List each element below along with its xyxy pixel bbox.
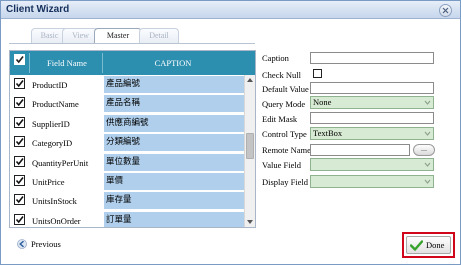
- remote-name-input[interactable]: [310, 144, 410, 156]
- remote-name-browse-button[interactable]: ...: [413, 144, 435, 156]
- field-name-cell: UnitsOnOrder: [32, 215, 81, 226]
- chevron-down-icon: [424, 162, 431, 167]
- close-icon: [442, 7, 449, 14]
- grid-header: Field Name CAPTION: [10, 51, 255, 75]
- arrow-down-icon: [247, 220, 253, 224]
- table-row[interactable]: CategoryID 分類編號: [10, 133, 244, 152]
- default-value-label: Default Value: [262, 84, 309, 94]
- select-all-checkbox[interactable]: [14, 54, 25, 65]
- table-row[interactable]: UnitsInStock 庫存量: [10, 191, 244, 210]
- field-name-cell: ProductID: [32, 80, 68, 90]
- scroll-thumb[interactable]: [246, 133, 254, 159]
- table-row[interactable]: UnitPrice 單價: [10, 172, 244, 191]
- title-bar: Client Wizard: [1, 1, 460, 19]
- caption-cell[interactable]: 產品編號: [104, 76, 244, 93]
- field-name-header[interactable]: Field Name: [32, 58, 102, 68]
- client-wizard-window: Client Wizard Basic View Master Detail F…: [0, 0, 461, 265]
- done-label: Done: [426, 240, 445, 250]
- field-name-cell: CategoryID: [32, 138, 73, 149]
- grid-scrollbar[interactable]: [244, 75, 255, 227]
- window-title: Client Wizard: [6, 4, 70, 15]
- control-type-select[interactable]: TextBox: [310, 127, 434, 140]
- tab-detail[interactable]: Detail: [139, 28, 179, 43]
- done-button[interactable]: Done: [406, 236, 451, 254]
- chevron-down-icon: [424, 131, 431, 136]
- query-mode-label: Query Mode: [262, 99, 306, 109]
- checkmark-icon: [15, 157, 24, 165]
- caption-cell[interactable]: 訂單量: [104, 211, 244, 227]
- checkmark-icon: [410, 239, 423, 251]
- remote-name-label: Remote Name: [262, 145, 311, 155]
- display-field-select[interactable]: [310, 175, 434, 188]
- caption-input[interactable]: [310, 52, 434, 64]
- field-name-cell: ProductName: [32, 99, 79, 110]
- edit-mask-label: Edit Mask: [262, 114, 298, 124]
- previous-button[interactable]: Previous: [17, 238, 61, 250]
- grid-rows: ProductID 產品編號 ProductName 產品名稱 SupplierID 供應…: [10, 75, 244, 227]
- check-null-checkbox[interactable]: [313, 69, 322, 78]
- scroll-up-button[interactable]: [245, 75, 255, 85]
- table-row[interactable]: SupplierID 供應商編號: [10, 114, 244, 133]
- row-checkbox[interactable]: [14, 213, 25, 225]
- tab-divider: [9, 43, 255, 44]
- caption-cell[interactable]: 單價: [104, 172, 244, 190]
- caption-cell[interactable]: 單位數量: [104, 153, 244, 171]
- checkmark-icon: [15, 176, 24, 185]
- back-arrow-icon: [17, 239, 27, 249]
- field-grid: Field Name CAPTION ProductID 產品編號 ProductN…: [9, 50, 256, 228]
- row-checkbox[interactable]: [14, 136, 25, 148]
- done-highlight: Done: [402, 232, 455, 258]
- checkmark-icon: [15, 118, 24, 127]
- field-name-cell: SupplierID: [32, 118, 70, 129]
- tab-master[interactable]: Master: [94, 28, 142, 44]
- default-value-input[interactable]: [310, 82, 434, 94]
- field-name-cell: UnitPrice: [32, 176, 65, 187]
- checkmark-icon: [15, 215, 24, 223]
- checkmark-icon: [15, 99, 24, 107]
- caption-cell[interactable]: 供應商編號: [104, 114, 244, 132]
- table-row[interactable]: UnitsOnOrder 訂單量: [10, 211, 244, 227]
- query-mode-select[interactable]: None: [310, 96, 434, 109]
- table-row[interactable]: ProductID 產品編號: [10, 75, 244, 94]
- control-type-value: TextBox: [313, 128, 343, 138]
- control-type-label: Control Type: [262, 129, 307, 139]
- caption-cell[interactable]: 產品名稱: [104, 95, 244, 113]
- value-field-label: Value Field: [262, 160, 301, 170]
- caption-cell[interactable]: 庫存量: [104, 192, 244, 210]
- display-field-label: Display Field: [262, 177, 309, 187]
- checkmark-icon: [15, 138, 24, 146]
- caption-header[interactable]: CAPTION: [102, 58, 244, 68]
- checkmark-icon: [15, 80, 24, 88]
- row-checkbox[interactable]: [14, 78, 25, 89]
- scroll-down-button[interactable]: [245, 217, 255, 227]
- chevron-down-icon: [424, 100, 431, 105]
- row-checkbox[interactable]: [14, 116, 25, 128]
- value-field-select[interactable]: [310, 158, 434, 171]
- caption-label: Caption: [262, 53, 289, 63]
- table-row[interactable]: QuantityPerUnit 單位數量: [10, 153, 244, 172]
- field-name-cell: QuantityPerUnit: [32, 157, 89, 168]
- field-name-cell: UnitsInStock: [32, 196, 77, 207]
- row-checkbox[interactable]: [14, 155, 25, 167]
- query-mode-value: None: [313, 97, 332, 107]
- close-button[interactable]: [439, 4, 452, 17]
- previous-label: Previous: [31, 239, 61, 249]
- edit-mask-input[interactable]: [310, 112, 434, 124]
- row-checkbox[interactable]: [14, 174, 25, 186]
- arrow-up-icon: [247, 78, 253, 82]
- checkmark-icon: [15, 56, 24, 64]
- checkmark-icon: [15, 196, 24, 204]
- row-checkbox[interactable]: [14, 97, 25, 109]
- check-null-label: Check Null: [262, 70, 301, 80]
- table-row[interactable]: ProductName 產品名稱: [10, 94, 244, 113]
- chevron-down-icon: [424, 179, 431, 184]
- row-checkbox[interactable]: [14, 194, 25, 206]
- header-separator: [29, 53, 30, 73]
- caption-cell[interactable]: 分類編號: [104, 134, 244, 152]
